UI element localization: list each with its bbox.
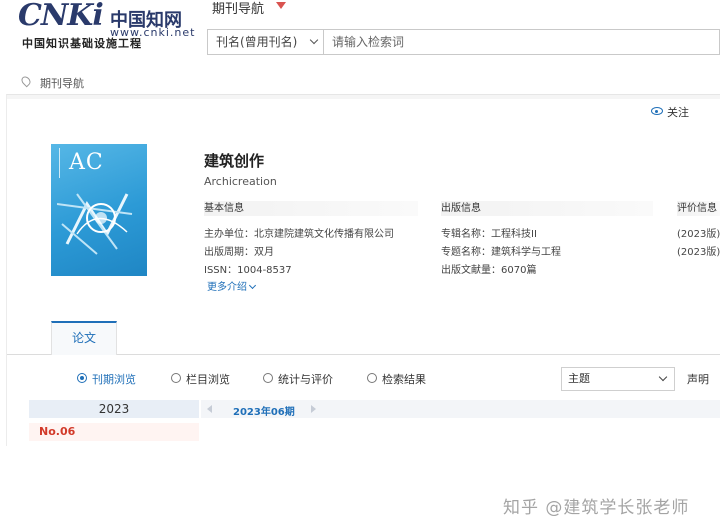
- journal-title-en: Archicreation: [204, 175, 277, 188]
- search-box: 刊名(曾用刊名): [207, 29, 720, 55]
- search-field-select[interactable]: 刊名(曾用刊名): [208, 30, 324, 54]
- radio-icon: [263, 373, 273, 383]
- chevron-down-icon: [309, 35, 319, 45]
- cover-vertical-text: [59, 148, 67, 178]
- next-issue-icon[interactable]: [311, 405, 316, 413]
- logo-wordmark: CNKi: [18, 0, 104, 33]
- statement-label[interactable]: 声明: [687, 371, 709, 387]
- location-pin-icon: [19, 74, 33, 88]
- info-topic: 专题名称：建筑科学与工程: [441, 247, 561, 258]
- sort-select[interactable]: 主题: [561, 367, 675, 391]
- journal-card: 关注 AC 建筑创作 Archicreation 基本信息 主办单位：北京建院建…: [6, 94, 720, 518]
- basic-info-heading: 基本信息: [204, 201, 418, 216]
- info-count: 出版文献量：6070篇: [441, 265, 537, 276]
- journal-cover[interactable]: AC: [51, 144, 147, 276]
- radio-column-browse[interactable]: 栏目浏览: [171, 371, 261, 387]
- chevron-down-icon: [248, 281, 257, 290]
- radio-stats[interactable]: 统计与评价: [263, 371, 363, 387]
- journal-nav-menu[interactable]: 期刊导航: [212, 0, 264, 17]
- search-input[interactable]: [332, 30, 712, 54]
- radio-search-results[interactable]: 检索结果: [367, 371, 467, 387]
- radio-stats-label: 统计与评价: [278, 373, 333, 386]
- prev-issue-icon[interactable]: [207, 405, 212, 413]
- info-issn: ISSN：1004-8537: [204, 265, 292, 276]
- info-period: 出版周期：双月: [204, 247, 274, 258]
- sort-select-label: 主题: [568, 372, 590, 385]
- evaluation-heading: 评价信息: [677, 201, 720, 216]
- radio-issue-browse-label: 刊期浏览: [92, 373, 136, 386]
- logo-subtitle: 中国知识基础设施工程: [22, 37, 142, 50]
- cover-logo-text: AC: [69, 150, 104, 175]
- radio-icon: [171, 373, 181, 383]
- tab-paper[interactable]: 论文: [51, 321, 117, 355]
- year-header[interactable]: 2023: [29, 400, 199, 418]
- top-header: CNKi 中国知网 www.cnki.net 中国知识基础设施工程 期刊导航 刊…: [0, 0, 720, 68]
- search-field-label: 刊名(曾用刊名): [216, 35, 298, 49]
- radio-search-results-label: 检索结果: [382, 373, 426, 386]
- more-intro-label: 更多介绍: [207, 282, 247, 293]
- radio-issue-browse[interactable]: 刊期浏览: [77, 371, 177, 387]
- cnki-logo[interactable]: CNKi 中国知网 www.cnki.net 中国知识基础设施工程: [18, 0, 194, 50]
- card-top-band: [7, 95, 720, 99]
- issue-number-item[interactable]: No.06: [29, 423, 199, 441]
- radio-column-browse-label: 栏目浏览: [186, 373, 230, 386]
- cover-artwork: [57, 193, 133, 255]
- more-intro-link[interactable]: 更多介绍: [207, 278, 257, 293]
- radio-icon: [367, 373, 377, 383]
- current-issue-title: 2023年06期: [233, 407, 295, 418]
- info-sponsor: 主办单位：北京建院建筑文化传播有限公司: [204, 229, 394, 240]
- info-eval-1: (2023版)复: [677, 229, 720, 240]
- radio-selected-icon: [77, 373, 87, 383]
- breadcrumb[interactable]: 期刊导航: [40, 75, 84, 91]
- publish-info-heading: 出版信息: [441, 201, 653, 216]
- info-series: 专辑名称：工程科技II: [441, 229, 537, 240]
- eye-icon[interactable]: [651, 107, 663, 115]
- breadcrumb-bar: 期刊导航: [0, 70, 720, 94]
- caret-down-icon[interactable]: [276, 2, 286, 9]
- info-eval-2: (2023版)综: [677, 247, 720, 258]
- follow-button[interactable]: 关注: [667, 104, 689, 120]
- journal-title: 建筑创作: [204, 152, 265, 170]
- watermark-text: 知乎 @建筑学长张老师: [503, 498, 690, 518]
- chevron-down-icon: [658, 372, 668, 382]
